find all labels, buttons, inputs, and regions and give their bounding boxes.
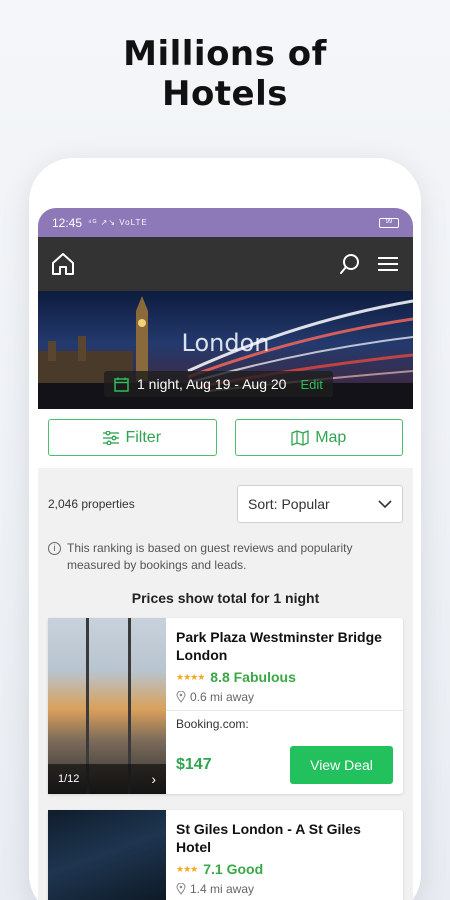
photo-counter: 1/12: [58, 773, 80, 785]
hotel-distance: 1.4 mi away: [176, 882, 393, 896]
review-score: 8.8 Fabulous: [210, 669, 296, 685]
app-screen: 12:45 ⁴ᴳ ↗↘ VoLTE 99 London 1 night, Aug…: [38, 208, 413, 900]
hotel-name[interactable]: St Giles London - A St Giles Hotel: [176, 820, 393, 856]
prices-note: Prices show total for 1 night: [131, 590, 320, 606]
filter-label: Filter: [125, 428, 162, 446]
distance-text: 0.6 mi away: [190, 690, 255, 704]
promo-headline: Millions of Hotels: [0, 34, 450, 114]
ranking-info-text: This ranking is based on guest reviews a…: [67, 541, 353, 572]
hotel-price: $147: [176, 756, 212, 773]
hotel-photo[interactable]: [48, 810, 166, 900]
hotel-card-body: Park Plaza Westminster Bridge London ★★★…: [166, 618, 403, 794]
review-score: 7.1 Good: [203, 861, 264, 877]
menu-icon[interactable]: [373, 249, 403, 279]
results-header: 2,046 properties Sort: Popular: [38, 468, 413, 528]
signal-indicators: ⁴ᴳ ↗↘ VoLTE: [88, 218, 148, 227]
sliders-icon: [103, 430, 120, 445]
hotel-rating: ★★★ 7.1 Good: [176, 861, 393, 877]
hotel-name[interactable]: Park Plaza Westminster Bridge London: [176, 628, 393, 664]
chevron-down-icon: [378, 499, 392, 509]
hotel-distance: 0.6 mi away: [176, 690, 393, 704]
property-count: 2,046 properties: [48, 497, 135, 511]
status-bar: 12:45 ⁴ᴳ ↗↘ VoLTE 99: [38, 208, 413, 237]
hotel-card[interactable]: 1/12 › Park Plaza Westminster Bridge Lon…: [48, 618, 403, 794]
destination-hero: London 1 night, Aug 19 - Aug 20 Edit: [38, 291, 413, 409]
map-icon: [291, 429, 309, 446]
deal-row: $147 View Deal: [176, 746, 393, 784]
provider-name: Booking.com:: [176, 717, 249, 731]
map-button[interactable]: Map: [234, 419, 403, 456]
star-rating-icon: ★★★: [176, 863, 198, 874]
hotel-rating: ★★★★ 8.8 Fabulous: [176, 669, 393, 685]
ranking-info: i This ranking is based on guest reviews…: [38, 528, 413, 574]
location-pin-icon: [176, 883, 186, 895]
search-icon[interactable]: [335, 249, 365, 279]
filter-button[interactable]: Filter: [48, 419, 217, 456]
calendar-icon: [114, 377, 129, 392]
hotel-info: St Giles London - A St Giles Hotel ★★★ 7…: [166, 810, 403, 900]
view-deal-button[interactable]: View Deal: [290, 746, 393, 784]
distance-text: 1.4 mi away: [190, 882, 255, 896]
headline-line-1: Millions of: [123, 34, 327, 74]
battery-icon: 99: [379, 217, 399, 228]
photo-gallery-bar: 1/12 ›: [48, 764, 166, 794]
date-range-selector[interactable]: 1 night, Aug 19 - Aug 20 Edit: [104, 371, 333, 397]
headline-line-2: Hotels: [161, 74, 289, 114]
hotel-photo[interactable]: 1/12 ›: [48, 618, 166, 794]
hotel-info: Park Plaza Westminster Bridge London ★★★…: [166, 618, 403, 711]
app-bar: [38, 237, 413, 291]
sort-dropdown[interactable]: Sort: Popular: [237, 485, 403, 523]
star-rating-icon: ★★★★: [176, 671, 205, 682]
home-icon[interactable]: [48, 249, 78, 279]
status-time: 12:45: [52, 215, 83, 230]
info-icon[interactable]: i: [48, 542, 61, 555]
edit-dates-link[interactable]: Edit: [300, 377, 322, 392]
sort-value: Sort: Popular: [248, 496, 330, 512]
date-range-text: 1 night, Aug 19 - Aug 20: [137, 376, 287, 392]
hotel-deal: Booking.com: $147 View Deal: [166, 711, 403, 794]
destination-city: London: [181, 329, 270, 357]
map-label: Map: [315, 428, 347, 446]
hotel-card[interactable]: St Giles London - A St Giles Hotel ★★★ 7…: [48, 810, 403, 900]
chevron-right-icon[interactable]: ›: [151, 771, 156, 787]
location-pin-icon: [176, 691, 186, 703]
action-bar: Filter Map: [38, 409, 413, 468]
hotel-card-body: St Giles London - A St Giles Hotel ★★★ 7…: [166, 810, 403, 900]
